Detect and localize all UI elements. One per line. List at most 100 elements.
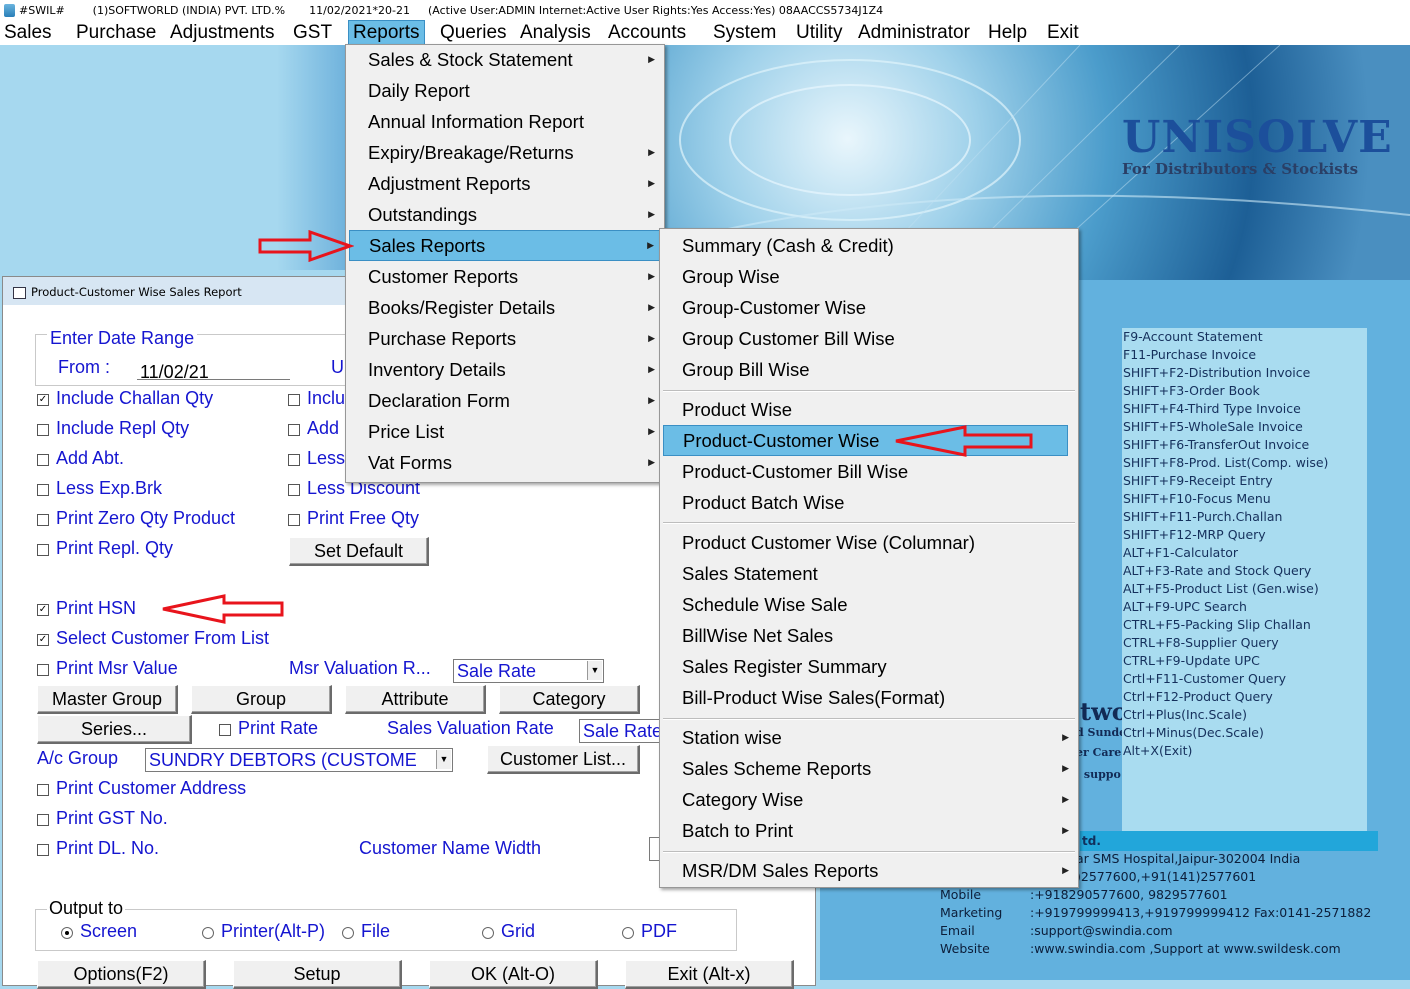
sales-valuation-select[interactable]: Sale Rate	[579, 719, 661, 743]
menu-utility[interactable]: Utility	[792, 21, 846, 44]
print-free-checkbox[interactable]	[288, 514, 300, 526]
print-gst-checkbox[interactable]	[37, 814, 49, 826]
inclu-checkbox[interactable]	[288, 394, 300, 406]
menu-accounts[interactable]: Accounts	[604, 21, 690, 44]
menu-help[interactable]: Help	[984, 21, 1031, 44]
include-challan-checkbox[interactable]: ✓	[37, 394, 49, 406]
less-checkbox[interactable]	[288, 454, 300, 466]
series-button[interactable]: Series...	[37, 715, 192, 744]
menu-item-expiry-breakage[interactable]: Expiry/Breakage/Returns ▶	[349, 138, 661, 167]
group-button[interactable]: Group	[191, 685, 332, 714]
print-hsn-label: Print HSN	[56, 598, 137, 618]
session-date: 11/02/2021*20-21	[309, 3, 411, 17]
hotkey-item: ALT+F5-Product List (Gen.wise)	[1123, 581, 1319, 596]
from-date-input[interactable]: 11/02/21	[137, 361, 290, 380]
menu-item-summary[interactable]: Summary (Cash & Credit)	[663, 231, 1075, 260]
ac-group-select[interactable]: SUNDRY DEBTORS (CUSTOME ▼	[145, 748, 453, 772]
menu-item-sales-stock-statement[interactable]: Sales & Stock Statement ▶	[349, 45, 661, 74]
select-customer-checkbox[interactable]: ✓	[37, 634, 49, 646]
add-checkbox[interactable]	[288, 424, 300, 436]
menu-item-vat-forms[interactable]: Vat Forms ▶	[349, 448, 661, 477]
menu-item-msr-dm-sales-reports[interactable]: MSR/DM Sales Reports ▶	[663, 856, 1075, 885]
inclu-label: Inclu	[307, 388, 346, 408]
menu-item-category-wise[interactable]: Category Wise ▶	[663, 785, 1075, 814]
hotkey-item: CTRL+F9-Update UPC	[1123, 653, 1260, 668]
menu-item-adjustment-reports[interactable]: Adjustment Reports ▶	[349, 169, 661, 198]
add-label: Add	[307, 418, 340, 438]
output-file-radio[interactable]	[342, 927, 354, 939]
menu-item-sales-register-summary[interactable]: Sales Register Summary	[663, 652, 1075, 681]
print-hsn-checkbox[interactable]: ✓	[37, 604, 49, 616]
master-group-button[interactable]: Master Group	[37, 685, 178, 714]
exit-button[interactable]: Exit (Alt-x)	[625, 960, 794, 989]
menu-item-product-wise[interactable]: Product Wise	[663, 395, 1075, 424]
menu-item-product-customer-columnar[interactable]: Product Customer Wise (Columnar)	[663, 528, 1075, 557]
print-msr-checkbox[interactable]	[37, 664, 49, 676]
output-grid-radio[interactable]	[482, 927, 494, 939]
menu-item-sales-scheme-reports[interactable]: Sales Scheme Reports ▶	[663, 754, 1075, 783]
options-button[interactable]: Options(F2)	[37, 960, 206, 989]
contact-email-label: Email	[940, 923, 975, 938]
hotkey-item: Ctrl+Plus(Inc.Scale)	[1123, 707, 1247, 722]
menu-item-group-customer-wise[interactable]: Group-Customer Wise	[663, 293, 1075, 322]
menu-item-station-wise[interactable]: Station wise ▶	[663, 723, 1075, 752]
set-default-button[interactable]: Set Default	[289, 537, 429, 566]
hotkey-item: Ctrl+Minus(Dec.Scale)	[1123, 725, 1264, 740]
menu-item-product-customer-bill-wise[interactable]: Product-Customer Bill Wise	[663, 457, 1075, 486]
print-address-checkbox[interactable]	[37, 784, 49, 796]
dialog-title: Product-Customer Wise Sales Report	[31, 285, 242, 299]
attribute-button[interactable]: Attribute	[345, 685, 486, 714]
less-label: Less	[307, 448, 346, 468]
hotkey-item: Ctrl+F12-Product Query	[1123, 689, 1273, 704]
menu-item-group-wise[interactable]: Group Wise	[663, 262, 1075, 291]
less-exp-checkbox[interactable]	[37, 484, 49, 496]
msr-valuation-select[interactable]: Sale Rate ▼	[453, 659, 604, 683]
output-file-label: File	[361, 921, 391, 941]
print-zero-checkbox[interactable]	[37, 514, 49, 526]
include-repl-checkbox[interactable]	[37, 424, 49, 436]
menu-queries[interactable]: Queries	[436, 21, 511, 44]
output-screen-radio[interactable]	[61, 927, 73, 939]
menu-item-batch-to-print[interactable]: Batch to Print ▶	[663, 816, 1075, 845]
menu-item-sales-statement[interactable]: Sales Statement	[663, 559, 1075, 588]
menu-administrator[interactable]: Administrator	[854, 21, 974, 44]
menu-item-product-batch-wise[interactable]: Product Batch Wise	[663, 488, 1075, 517]
menu-item-group-bill-wise[interactable]: Group Bill Wise	[663, 355, 1075, 384]
menu-purchase[interactable]: Purchase	[72, 21, 160, 44]
menu-analysis[interactable]: Analysis	[516, 21, 595, 44]
output-pdf-radio[interactable]	[622, 927, 634, 939]
menu-item-customer-reports[interactable]: Customer Reports ▶	[349, 262, 661, 291]
menu-item-declaration-form[interactable]: Declaration Form ▶	[349, 386, 661, 415]
menu-sales[interactable]: Sales	[0, 21, 56, 44]
menu-exit[interactable]: Exit	[1043, 21, 1083, 44]
submenu-arrow-icon: ▶	[648, 333, 655, 343]
include-repl-label: Include Repl Qty	[56, 418, 190, 438]
menu-reports[interactable]: Reports	[348, 20, 425, 45]
menu-item-sales-reports[interactable]: Sales Reports ▶	[349, 230, 661, 261]
menu-adjustments[interactable]: Adjustments	[166, 21, 279, 44]
brand-tagline: For Distributors & Stockists	[1122, 160, 1359, 178]
ok-button[interactable]: OK (Alt-O)	[429, 960, 598, 989]
menu-item-schedule-wise-sale[interactable]: Schedule Wise Sale	[663, 590, 1075, 619]
menu-item-bill-product-wise-sales[interactable]: Bill-Product Wise Sales(Format)	[663, 683, 1075, 712]
menu-item-inventory-details[interactable]: Inventory Details ▶	[349, 355, 661, 384]
category-button[interactable]: Category	[499, 685, 640, 714]
menu-item-outstandings[interactable]: Outstandings ▶	[349, 200, 661, 229]
customer-list-button[interactable]: Customer List...	[487, 745, 640, 774]
output-printer-radio[interactable]	[202, 927, 214, 939]
print-rate-checkbox[interactable]	[219, 724, 231, 736]
menu-gst[interactable]: GST	[289, 21, 336, 44]
menu-item-annual-information[interactable]: Annual Information Report	[349, 107, 661, 136]
menu-item-daily-report[interactable]: Daily Report	[349, 76, 661, 105]
menu-system[interactable]: System	[709, 21, 780, 44]
print-dl-checkbox[interactable]	[37, 844, 49, 856]
add-abt-checkbox[interactable]	[37, 454, 49, 466]
print-repl-checkbox[interactable]	[37, 544, 49, 556]
menu-item-purchase-reports[interactable]: Purchase Reports ▶	[349, 324, 661, 353]
menu-item-price-list[interactable]: Price List ▶	[349, 417, 661, 446]
menu-item-billwise-net-sales[interactable]: BillWise Net Sales	[663, 621, 1075, 650]
menu-item-group-customer-bill-wise[interactable]: Group Customer Bill Wise	[663, 324, 1075, 353]
less-discount-checkbox[interactable]	[288, 484, 300, 496]
menu-item-books-register[interactable]: Books/Register Details ▶	[349, 293, 661, 322]
setup-button[interactable]: Setup	[233, 960, 402, 989]
